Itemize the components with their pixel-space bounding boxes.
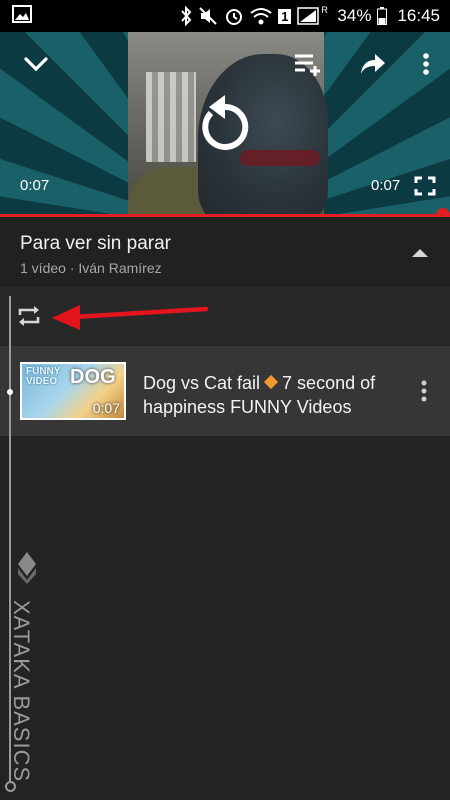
current-time: 0:07 (20, 177, 50, 194)
replay-icon (202, 95, 249, 150)
signal-icon: R (297, 5, 328, 25)
video-title-part1: Dog vs Cat fail (143, 373, 261, 393)
minimize-button[interactable] (20, 52, 52, 76)
arrow-up-icon (412, 249, 428, 257)
video-thumbnail[interactable]: FUNNY VIDEO DOG 0:07 (20, 362, 126, 420)
dog-collar (240, 150, 320, 166)
repeat-icon (18, 306, 40, 326)
battery-percent: 34% (337, 6, 372, 25)
share-icon (361, 54, 385, 74)
bluetooth-icon (180, 6, 192, 26)
thumbnail-text-left: FUNNY VIDEO (26, 366, 61, 387)
diamond-emoji-icon (263, 374, 279, 390)
playlist-controls (0, 287, 450, 345)
sim-badge: 1 (278, 8, 292, 24)
add-to-queue-button[interactable] (292, 50, 324, 78)
mute-icon (198, 6, 218, 26)
loop-playlist-button[interactable] (14, 301, 44, 331)
watermark-ring (5, 781, 16, 792)
chevron-down-icon (24, 57, 48, 72)
wifi-icon (250, 7, 272, 25)
xataka-logo-icon (14, 550, 40, 589)
fullscreen-button[interactable] (412, 174, 438, 198)
video-player[interactable]: 0:07 0:07 (0, 32, 450, 214)
red-arrow-annotation (52, 305, 209, 330)
collapse-playlist-button[interactable] (406, 239, 434, 267)
playlist-header[interactable]: Para ver sin parar 1 vídeo · Iván Ramíre… (0, 217, 450, 287)
current-item-indicator (7, 389, 13, 395)
replay-button[interactable] (195, 90, 255, 152)
video-duration: 0:07 (92, 400, 120, 416)
thumbnail-text-right: DOG (70, 366, 116, 388)
status-bar: 1 R 34% 16:45 (0, 0, 450, 32)
clock: 16:45 (397, 6, 440, 25)
more-vert-icon (423, 53, 429, 75)
video-title[interactable]: Dog vs Cat fail 7 second of happiness FUN… (143, 371, 398, 419)
window-blinds (146, 72, 196, 162)
playlist-title: Para ver sin parar (20, 233, 172, 254)
more-vert-icon (421, 380, 427, 402)
fullscreen-icon (414, 176, 436, 196)
watermark-text: XATAKA BASICS (9, 600, 34, 783)
total-time: 0:07 (371, 177, 401, 194)
playlist-subtitle: 1 vídeo · Iván Ramírez (20, 260, 162, 276)
more-options-button[interactable] (414, 50, 438, 78)
network-type-label: R (321, 5, 328, 15)
share-button[interactable] (358, 50, 388, 78)
add-to-queue-icon (295, 54, 320, 76)
battery-icon (377, 7, 388, 25)
gallery-notification-icon (12, 4, 32, 28)
item-more-button[interactable] (414, 376, 434, 406)
alarm-icon (224, 6, 244, 26)
playlist-item[interactable]: FUNNY VIDEO DOG 0:07 Dog vs Cat fail 7 se… (0, 346, 450, 436)
